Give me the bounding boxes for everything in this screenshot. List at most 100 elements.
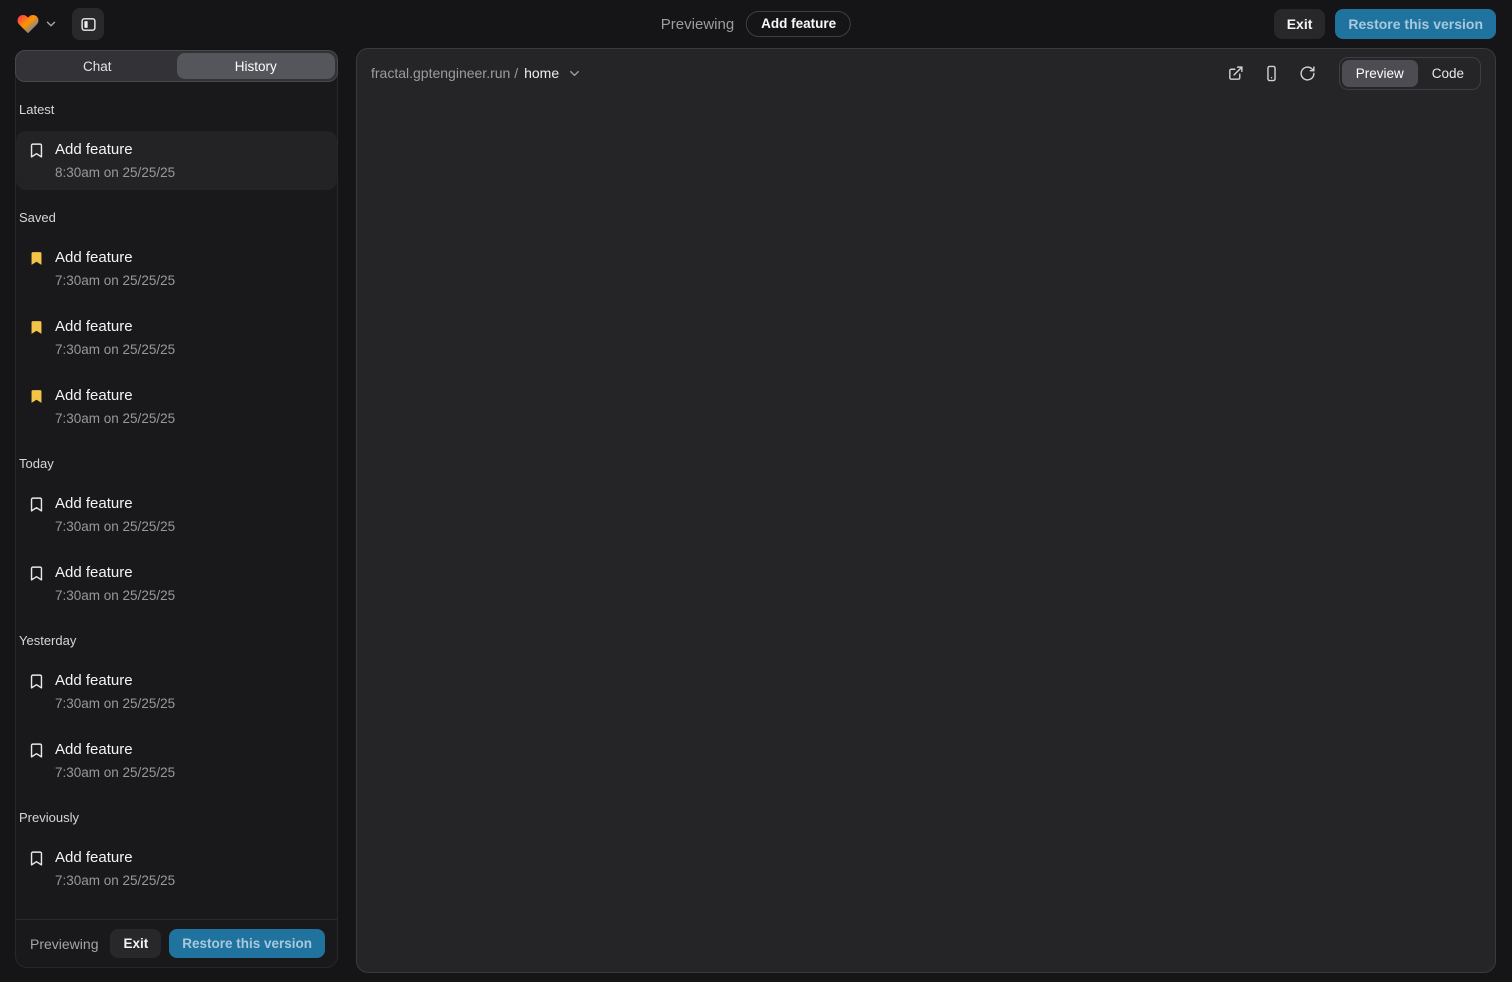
item-title: Add feature — [55, 670, 175, 692]
preview-header: fractal.gptengineer.run / home — [357, 49, 1495, 97]
bookmark-icon — [28, 388, 45, 405]
section-items: Add feature 8:30am on 25/25/25 — [16, 131, 337, 190]
topbar-center: Previewing Add feature — [661, 0, 851, 48]
item-time: 7:30am on 25/25/25 — [55, 517, 175, 536]
previewing-label: Previewing — [661, 16, 734, 33]
bookmark-icon — [28, 250, 45, 267]
logo-menu-button[interactable] — [16, 13, 58, 35]
refresh-button[interactable] — [1293, 58, 1323, 88]
topbar-left — [16, 8, 104, 40]
history-section: Latest Add feature 8:30am on 25/25/25 — [16, 102, 337, 190]
preview-content — [357, 97, 1495, 972]
panel-left-icon — [80, 16, 97, 33]
url-page: home — [524, 65, 559, 81]
history-item-text: Add feature 7:30am on 25/25/25 — [55, 562, 175, 605]
history-item-text: Add feature 7:30am on 25/25/25 — [55, 316, 175, 359]
history-section: Previously Add feature 7:30am on 25/25/2… — [16, 810, 337, 919]
tab-history[interactable]: History — [177, 53, 336, 79]
section-items: Add feature 7:30am on 25/25/25 Add featu… — [16, 485, 337, 613]
section-title: Latest — [19, 102, 335, 117]
topbar: Previewing Add feature Exit Restore this… — [0, 0, 1512, 48]
history-item-text: Add feature 7:30am on 25/25/25 — [55, 739, 175, 782]
chevron-down-icon — [44, 17, 58, 31]
footer-previewing-label: Previewing — [30, 936, 98, 952]
lovable-heart-icon — [16, 13, 40, 35]
section-title: Saved — [19, 210, 335, 225]
item-title: Add feature — [55, 247, 175, 269]
bookmark-icon — [28, 742, 45, 759]
footer-restore-button[interactable]: Restore this version — [169, 929, 325, 958]
section-items: Add feature 7:30am on 25/25/25 Add featu… — [16, 662, 337, 790]
history-item-text: Add feature 7:30am on 25/25/25 — [55, 847, 175, 890]
external-link-icon — [1227, 65, 1244, 82]
item-time: 7:30am on 25/25/25 — [55, 340, 175, 359]
history-item[interactable]: Add feature 7:30am on 25/25/25 — [16, 485, 337, 544]
history-item-text: Add feature 7:30am on 25/25/25 — [55, 385, 175, 428]
tab-chat[interactable]: Chat — [18, 53, 177, 79]
item-time: 7:30am on 25/25/25 — [55, 694, 175, 713]
item-time: 7:30am on 25/25/25 — [55, 871, 175, 890]
item-title: Add feature — [55, 739, 175, 761]
section-items: Add feature 7:30am on 25/25/25 Add featu… — [16, 839, 337, 919]
history-section: Yesterday Add feature 7:30am on 25/25/25… — [16, 633, 337, 790]
section-title: Yesterday — [19, 633, 335, 648]
topbar-right: Exit Restore this version — [1274, 9, 1496, 39]
history-section: Today Add feature 7:30am on 25/25/25 Add… — [16, 456, 337, 613]
sidebar-toggle-button[interactable] — [72, 8, 104, 40]
history-item[interactable]: Add feature 7:30am on 25/25/25 — [16, 662, 337, 721]
history-item[interactable]: Add feature 7:30am on 25/25/25 — [16, 839, 337, 898]
history-item[interactable]: Add feature 7:30am on 25/25/25 — [16, 554, 337, 613]
preview-actions: Preview Code — [1221, 57, 1481, 90]
item-title: Add feature — [55, 847, 175, 869]
history-item-text: Add feature 7:30am on 25/25/25 — [55, 247, 175, 290]
history-item[interactable]: Add feature 7:30am on 25/25/25 — [16, 908, 337, 919]
item-title: Add feature — [55, 385, 175, 407]
item-time: 7:30am on 25/25/25 — [55, 409, 175, 428]
history-item[interactable]: Add feature 7:30am on 25/25/25 — [16, 377, 337, 436]
item-time: 7:30am on 25/25/25 — [55, 271, 175, 290]
item-time: 7:30am on 25/25/25 — [55, 763, 175, 782]
bookmark-icon — [28, 673, 45, 690]
history-item[interactable]: Add feature 7:30am on 25/25/25 — [16, 239, 337, 298]
version-badge: Add feature — [746, 11, 851, 37]
history-item[interactable]: Add feature 8:30am on 25/25/25 — [16, 131, 337, 190]
history-item-text: Add feature 7:30am on 25/25/25 — [55, 670, 175, 713]
exit-button[interactable]: Exit — [1274, 9, 1326, 39]
history-item-text: Add feature 7:30am on 25/25/25 — [55, 493, 175, 536]
url-host: fractal.gptengineer.run / — [371, 65, 518, 81]
item-title: Add feature — [55, 562, 175, 584]
history-item[interactable]: Add feature 7:30am on 25/25/25 — [16, 308, 337, 367]
history-list: Latest Add feature 8:30am on 25/25/25 Sa… — [16, 82, 337, 919]
history-item-text: Add feature 8:30am on 25/25/25 — [55, 139, 175, 182]
bookmark-icon — [28, 142, 45, 159]
tab-preview[interactable]: Preview — [1342, 60, 1418, 87]
preview-code-toggle: Preview Code — [1339, 57, 1481, 90]
item-time: 7:30am on 25/25/25 — [55, 586, 175, 605]
preview-panel: fractal.gptengineer.run / home — [356, 48, 1496, 973]
section-items: Add feature 7:30am on 25/25/25 Add featu… — [16, 239, 337, 436]
restore-version-button[interactable]: Restore this version — [1335, 9, 1496, 39]
open-in-new-tab-button[interactable] — [1221, 58, 1251, 88]
tab-code[interactable]: Code — [1418, 60, 1478, 87]
bookmark-icon — [28, 850, 45, 867]
sidebar: Chat History Latest Add feature 8:30am o… — [15, 50, 338, 968]
url-selector[interactable]: fractal.gptengineer.run / home — [371, 65, 582, 81]
history-item[interactable]: Add feature 7:30am on 25/25/25 — [16, 731, 337, 790]
bookmark-icon — [28, 496, 45, 513]
bookmark-icon — [28, 319, 45, 336]
mobile-view-button[interactable] — [1257, 58, 1287, 88]
item-time: 8:30am on 25/25/25 — [55, 163, 175, 182]
item-title: Add feature — [55, 139, 175, 161]
rotate-cw-icon — [1299, 65, 1316, 82]
history-section: Saved Add feature 7:30am on 25/25/25 Add… — [16, 210, 337, 436]
sidebar-footer: Previewing Exit Restore this version — [16, 919, 337, 967]
sidebar-tabs: Chat History — [15, 50, 338, 82]
item-title: Add feature — [55, 493, 175, 515]
smartphone-icon — [1263, 65, 1280, 82]
section-title: Previously — [19, 810, 335, 825]
chevron-down-icon — [567, 66, 582, 81]
footer-exit-button[interactable]: Exit — [110, 929, 161, 958]
bookmark-icon — [28, 565, 45, 582]
item-title: Add feature — [55, 316, 175, 338]
section-title: Today — [19, 456, 335, 471]
